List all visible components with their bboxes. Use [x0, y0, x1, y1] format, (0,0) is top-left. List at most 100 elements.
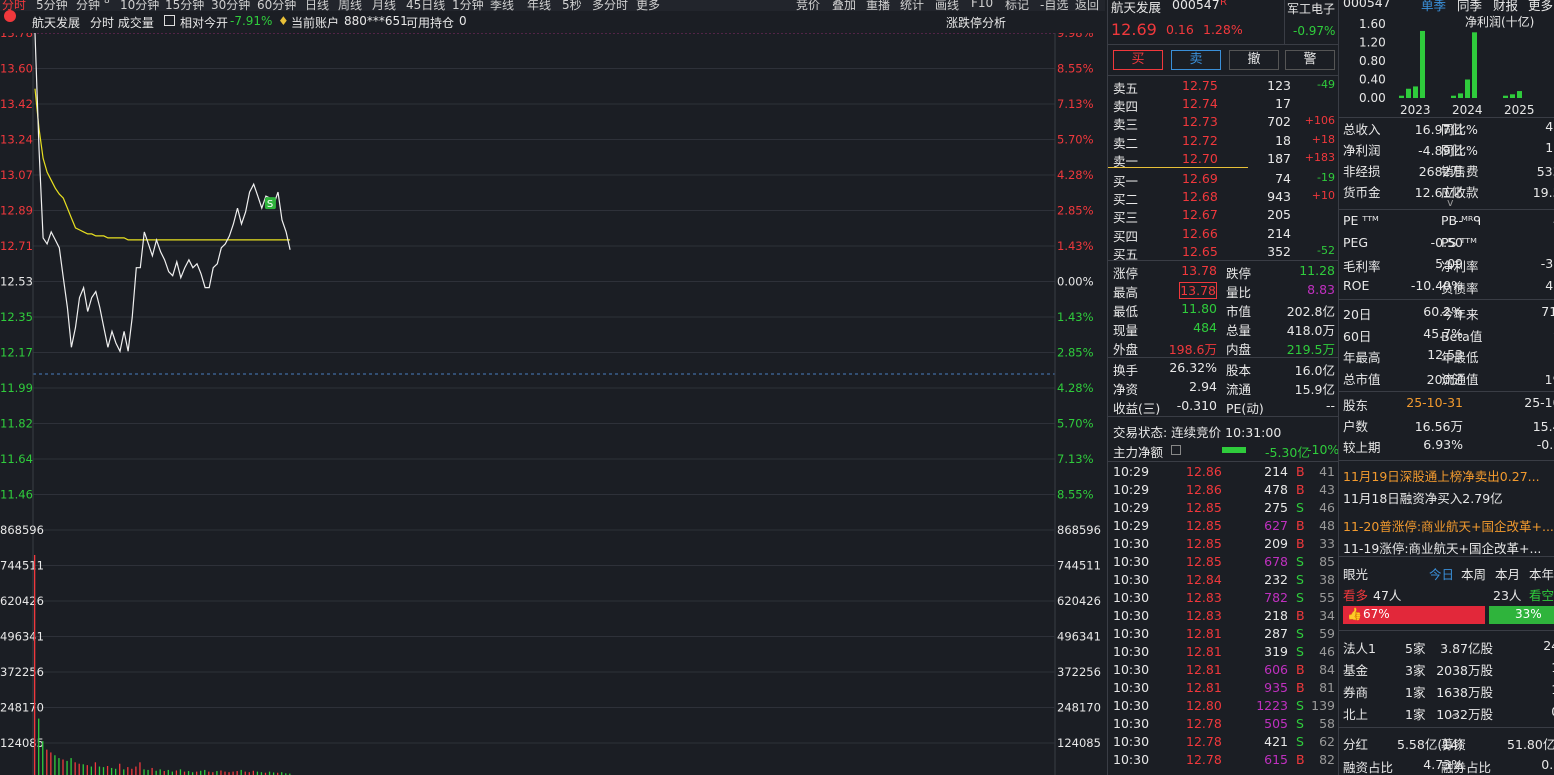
expand-icon[interactable]: v	[1447, 196, 1454, 209]
period-tab[interactable]: 更多	[636, 0, 660, 11]
tick-row[interactable]: 10:30 12.81 606 B 84	[1108, 661, 1339, 679]
toolbar-button[interactable]: 叠加	[832, 0, 856, 11]
period-tab[interactable]: 10分钟	[120, 0, 159, 11]
alert-button[interactable]: 警	[1285, 50, 1335, 70]
tab-quarter[interactable]: 单季	[1421, 0, 1446, 14]
order-level-label: 卖四	[1113, 99, 1139, 115]
toolbar-button[interactable]: 统计	[900, 0, 924, 11]
period-tab[interactable]: 45日线	[406, 0, 445, 11]
tick-row[interactable]: 10:30 12.78 505 S 58	[1108, 715, 1339, 733]
toolbar-button[interactable]: 标记	[1005, 0, 1029, 11]
period-tab[interactable]: 季线	[490, 0, 514, 11]
institution-row[interactable]: 北上1家1032万股0.7%	[1339, 703, 1554, 723]
fund-row: 股东 25-10-31 25-10-20	[1339, 394, 1554, 414]
tick-row[interactable]: 10:30 12.81 287 S 59	[1108, 625, 1339, 643]
toolbar-button[interactable]: 重播	[866, 0, 890, 11]
toolbar-button[interactable]: F10	[971, 0, 993, 10]
volume-bar	[38, 718, 40, 775]
stat-label: 收益(三)	[1113, 401, 1161, 416]
intraday-chart[interactable]: 13.78 9.98% 13.60 8.55% 13.42 7.13% 13.24 5.70%…	[0, 26, 1105, 775]
stat-row: 净资 2.94 流通 15.9亿	[1108, 378, 1339, 397]
tick-row[interactable]: 10:30 12.85 678 S 85	[1108, 553, 1339, 571]
tick-time: 10:29	[1113, 518, 1150, 533]
tick-row[interactable]: 10:29 12.86 478 B 43	[1108, 481, 1339, 499]
bid-row[interactable]: 买五 12.65 352 -52	[1108, 243, 1339, 262]
sell-button[interactable]: 卖	[1171, 50, 1221, 70]
tick-row[interactable]: 10:30 12.84 232 S 38	[1108, 571, 1339, 589]
ask-row[interactable]: 卖四 12.74 17	[1108, 95, 1339, 115]
toolbar-button[interactable]: 画线	[935, 0, 959, 11]
ask-row[interactable]: 卖五 12.75 123 -49	[1108, 77, 1339, 96]
tick-row[interactable]: 10:30 12.78 615 B 82	[1108, 751, 1339, 769]
pct-tick-label: 1.43%	[1057, 310, 1094, 324]
ask-row[interactable]: 卖三 12.73 702 +106	[1108, 113, 1339, 132]
period-tab[interactable]: 分钟	[76, 0, 100, 11]
tick-row[interactable]: 10:30 12.81 935 B 81	[1108, 679, 1339, 697]
period-tab[interactable]: 5秒	[562, 0, 582, 11]
tick-row[interactable]: 10:29 12.86 214 B 41	[1108, 463, 1339, 481]
news-item[interactable]: 11月19日深股通上榜净卖出0.27...	[1339, 465, 1554, 485]
bid-row[interactable]: 买四 12.66 214	[1108, 225, 1339, 244]
stat-value: 16.0亿	[1294, 363, 1335, 378]
volume-tick-label-right: 248170	[1057, 701, 1101, 715]
bull-bar[interactable]: 👍 67%	[1343, 606, 1485, 624]
tick-row[interactable]: 10:30 12.85 209 B 33	[1108, 535, 1339, 553]
period-tab[interactable]: 1分钟	[452, 0, 484, 11]
toolbar-button[interactable]: -自选	[1040, 0, 1068, 11]
period-tab[interactable]: 多分时	[592, 0, 628, 11]
menu-icon[interactable]	[4, 10, 16, 22]
period-tab[interactable]: 15分钟	[165, 0, 204, 11]
collapse-icon[interactable]: ^	[1449, 712, 1459, 726]
period-tab[interactable]: 30分钟	[211, 0, 250, 11]
tick-row[interactable]: 10:30 12.78 421 S 62	[1108, 733, 1339, 751]
period-tab[interactable]: 周线	[338, 0, 362, 11]
period-tab[interactable]: 年线	[527, 0, 551, 11]
institution-row[interactable]: 法人1 5家 3.87亿股 24.4%	[1339, 637, 1554, 657]
tick-time: 10:30	[1113, 644, 1150, 659]
vision-tab-year[interactable]: 本年	[1529, 564, 1554, 583]
order-price: 12.65	[1182, 243, 1218, 259]
period-tab[interactable]: 5分钟	[36, 0, 68, 11]
period-tab[interactable]: 60分钟	[257, 0, 296, 11]
limit-analysis-link[interactable]: 涨跌停分析	[946, 14, 1006, 31]
stat-label: 现量	[1113, 323, 1139, 338]
buy-button[interactable]: 买	[1113, 50, 1163, 70]
toolbar-button[interactable]: 竞价	[796, 0, 820, 11]
news-item[interactable]: 11-20普涨停:商业航天+国企改革+...	[1339, 515, 1554, 535]
vision-tab-month[interactable]: 本月	[1495, 564, 1520, 583]
institution-row[interactable]: 基金3家2038万股1.3%	[1339, 659, 1554, 679]
tick-row[interactable]: 10:30 12.80 1223 S 139	[1108, 697, 1339, 715]
tick-row[interactable]: 10:30 12.81 319 S 46	[1108, 643, 1339, 661]
stock-name-label: 航天发展	[32, 16, 81, 30]
tab-same-quarter[interactable]: 同季	[1457, 0, 1482, 14]
tab-report[interactable]: 财报	[1493, 0, 1518, 14]
ask-row[interactable]: 卖一 12.70 187 +183	[1108, 150, 1339, 169]
period-tab[interactable]: 分时	[2, 0, 26, 11]
toolbar-button[interactable]: 返回	[1075, 0, 1099, 11]
bid-row[interactable]: 买一 12.69 74 -19	[1108, 170, 1339, 189]
main-flow-icon[interactable]	[1171, 445, 1181, 455]
period-tab[interactable]: 月线	[372, 0, 396, 11]
tick-row[interactable]: 10:30 12.83 782 S 55	[1108, 589, 1339, 607]
tick-row[interactable]: 10:29 12.85 627 B 48	[1108, 517, 1339, 535]
tick-count: 41	[1319, 464, 1335, 479]
tick-side: S	[1296, 590, 1304, 605]
bid-row[interactable]: 买三 12.67 205	[1108, 206, 1339, 226]
price-tick-label: 12.35	[0, 310, 33, 324]
news-item[interactable]: 11-19涨停:商业航天+国企改革+...	[1339, 537, 1554, 557]
tick-row[interactable]: 10:30 12.83 218 B 34	[1108, 607, 1339, 625]
order-level-label: 买三	[1113, 210, 1139, 226]
news-item[interactable]: 11月18日融资净买入2.79亿	[1339, 487, 1554, 507]
period-tab[interactable]: 日线	[305, 0, 329, 11]
tab-more[interactable]: 更多	[1528, 0, 1553, 14]
cancel-order-button[interactable]: 撤	[1229, 50, 1279, 70]
vision-tab-week[interactable]: 本周	[1461, 564, 1486, 583]
tick-row[interactable]: 10:29 12.85 275 S 46	[1108, 499, 1339, 517]
checkbox-icon[interactable]	[164, 15, 175, 26]
bid-row[interactable]: 买二 12.68 943 +10	[1108, 188, 1339, 207]
institution-shares: 1032万股	[1436, 707, 1493, 722]
vision-tab-today[interactable]: 今日	[1429, 564, 1454, 583]
ask-row[interactable]: 卖二 12.72 18 +18	[1108, 132, 1339, 151]
institution-row[interactable]: 券商1家1638万股1.0%	[1339, 681, 1554, 701]
bear-bar[interactable]: 33%	[1489, 606, 1554, 624]
